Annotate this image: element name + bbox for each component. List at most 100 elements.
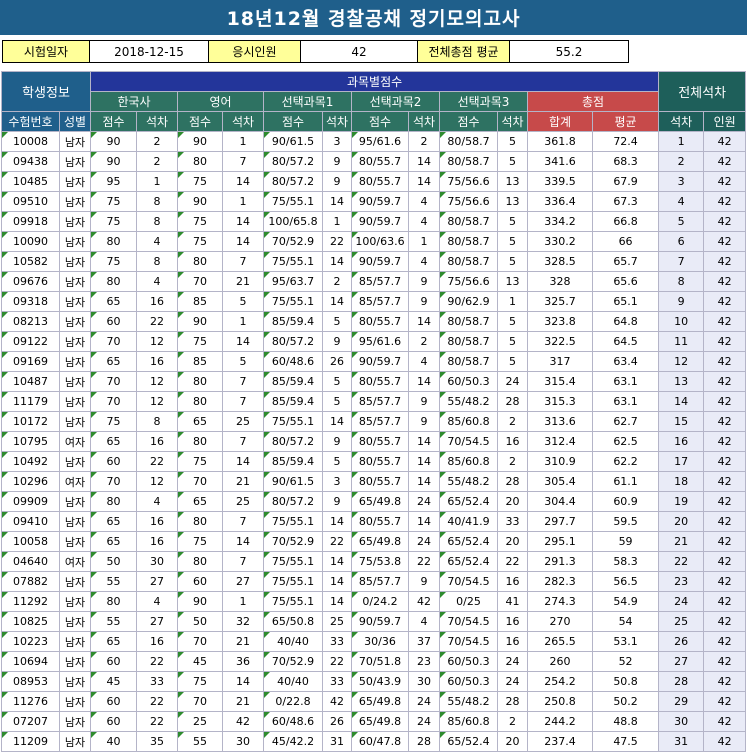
english-score[interactable]: 80 xyxy=(177,151,223,172)
gender-cell[interactable]: 여자 xyxy=(59,431,91,452)
elective3-score[interactable]: 55/48.2 xyxy=(439,471,498,492)
gender-cell[interactable]: 남자 xyxy=(59,191,91,212)
exam-no-cell[interactable]: 09909 xyxy=(1,491,60,512)
elective2-score[interactable]: 95/61.6 xyxy=(351,131,409,152)
elective2-score[interactable]: 85/57.7 xyxy=(351,391,409,412)
korean-history-rank[interactable]: 27 xyxy=(136,571,178,592)
elective2-rank[interactable]: 24 xyxy=(408,691,440,712)
korean-history-rank[interactable]: 1 xyxy=(136,171,178,192)
total-average[interactable]: 62.2 xyxy=(591,451,660,472)
elective1-rank[interactable]: 14 xyxy=(322,191,352,212)
elective1-score[interactable]: 70/52.9 xyxy=(263,231,323,252)
elective3-rank[interactable]: 13 xyxy=(497,271,528,292)
korean-history-score[interactable]: 40 xyxy=(90,731,137,752)
korean-history-rank[interactable]: 4 xyxy=(136,271,178,292)
korean-history-rank[interactable]: 8 xyxy=(136,211,178,232)
total-sum[interactable]: 341.6 xyxy=(527,151,593,172)
total-average[interactable]: 50.2 xyxy=(591,691,660,712)
english-rank[interactable]: 42 xyxy=(222,711,264,732)
elective2-rank[interactable]: 14 xyxy=(408,371,440,392)
elective1-rank[interactable]: 14 xyxy=(322,591,352,612)
elective1-score[interactable]: 60/48.6 xyxy=(263,351,323,372)
elective1-score[interactable]: 80/57.2 xyxy=(263,331,323,352)
elective3-rank[interactable]: 2 xyxy=(497,451,528,472)
elective3-score[interactable]: 80/58.7 xyxy=(439,131,498,152)
english-rank[interactable]: 14 xyxy=(222,231,264,252)
table-row[interactable]: 10487 남자 70 12 80 7 85/59.4 5 80/55.7 14 60/50.3 24… xyxy=(1,371,747,392)
elective3-score[interactable]: 80/58.7 xyxy=(439,251,498,272)
elective3-rank[interactable]: 5 xyxy=(497,151,528,172)
people-count[interactable]: 42 xyxy=(703,411,747,432)
overall-rank[interactable]: 21 xyxy=(658,531,705,552)
elective1-score[interactable]: 75/55.1 xyxy=(263,411,323,432)
english-rank[interactable]: 21 xyxy=(222,471,264,492)
elective1-score[interactable]: 80/57.2 xyxy=(263,151,323,172)
elective1-score[interactable]: 70/52.9 xyxy=(263,531,323,552)
korean-history-score[interactable]: 65 xyxy=(90,351,137,372)
gender-cell[interactable]: 여자 xyxy=(59,471,91,492)
gender-cell[interactable]: 남자 xyxy=(59,251,91,272)
elective2-score[interactable]: 65/49.8 xyxy=(351,531,409,552)
total-sum[interactable]: 330.2 xyxy=(527,231,593,252)
english-score[interactable]: 90 xyxy=(177,591,223,612)
english-score[interactable]: 45 xyxy=(177,651,223,672)
elective2-rank[interactable]: 24 xyxy=(408,531,440,552)
elective3-score[interactable]: 65/52.4 xyxy=(439,551,498,572)
elective3-rank[interactable]: 22 xyxy=(497,551,528,572)
table-row[interactable]: 08953 남자 45 33 75 14 40/40 33 50/43.9 30 60/50.3 24… xyxy=(1,671,747,692)
total-average[interactable]: 63.1 xyxy=(591,371,660,392)
korean-history-rank[interactable]: 16 xyxy=(136,511,178,532)
overall-rank[interactable]: 29 xyxy=(658,691,705,712)
elective2-rank[interactable]: 24 xyxy=(408,491,440,512)
elective2-rank[interactable]: 14 xyxy=(408,451,440,472)
overall-rank[interactable]: 12 xyxy=(658,351,705,372)
elective3-rank[interactable]: 24 xyxy=(497,371,528,392)
korean-history-score[interactable]: 70 xyxy=(90,371,137,392)
english-rank[interactable]: 36 xyxy=(222,651,264,672)
exam-no-cell[interactable]: 10485 xyxy=(1,171,60,192)
elective2-rank[interactable]: 9 xyxy=(408,391,440,412)
korean-history-rank[interactable]: 2 xyxy=(136,131,178,152)
total-sum[interactable]: 328 xyxy=(527,271,593,292)
elective1-score[interactable]: 75/55.1 xyxy=(263,571,323,592)
english-rank[interactable]: 21 xyxy=(222,271,264,292)
korean-history-score[interactable]: 95 xyxy=(90,171,137,192)
exam-no-cell[interactable]: 10296 xyxy=(1,471,60,492)
exam-no-cell[interactable]: 09438 xyxy=(1,151,60,172)
elective1-rank[interactable]: 9 xyxy=(322,151,352,172)
total-average[interactable]: 50.8 xyxy=(591,671,660,692)
total-average[interactable]: 64.8 xyxy=(591,311,660,332)
overall-rank[interactable]: 23 xyxy=(658,571,705,592)
total-average[interactable]: 65.1 xyxy=(591,291,660,312)
elective3-score[interactable]: 65/52.4 xyxy=(439,531,498,552)
elective2-score[interactable]: 95/61.6 xyxy=(351,331,409,352)
elective3-score[interactable]: 85/60.8 xyxy=(439,711,498,732)
gender-cell[interactable]: 남자 xyxy=(59,651,91,672)
exam-no-cell[interactable]: 09318 xyxy=(1,291,60,312)
korean-history-rank[interactable]: 12 xyxy=(136,471,178,492)
elective1-rank[interactable]: 5 xyxy=(322,391,352,412)
elective3-score[interactable]: 80/58.7 xyxy=(439,231,498,252)
people-count[interactable]: 42 xyxy=(703,471,747,492)
elective3-rank[interactable]: 28 xyxy=(497,691,528,712)
elective2-rank[interactable]: 4 xyxy=(408,351,440,372)
english-rank[interactable]: 7 xyxy=(222,431,264,452)
table-row[interactable]: 04640 여자 50 30 80 7 75/55.1 14 75/53.8 22 65/52.4 2… xyxy=(1,551,747,572)
elective3-rank[interactable]: 16 xyxy=(497,631,528,652)
total-average[interactable]: 54.9 xyxy=(591,591,660,612)
elective2-rank[interactable]: 42 xyxy=(408,591,440,612)
overall-rank[interactable]: 28 xyxy=(658,671,705,692)
korean-history-score[interactable]: 60 xyxy=(90,711,137,732)
english-rank[interactable]: 7 xyxy=(222,511,264,532)
english-score[interactable]: 85 xyxy=(177,291,223,312)
elective3-rank[interactable]: 24 xyxy=(497,671,528,692)
elective2-rank[interactable]: 14 xyxy=(408,431,440,452)
table-row[interactable]: 10090 남자 80 4 75 14 70/52.9 22 100/63.6 1 80/58.7 5… xyxy=(1,231,747,252)
elective2-score[interactable]: 80/55.7 xyxy=(351,451,409,472)
elective1-rank[interactable]: 14 xyxy=(322,251,352,272)
elective3-score[interactable]: 55/48.2 xyxy=(439,391,498,412)
english-rank[interactable]: 25 xyxy=(222,411,264,432)
gender-cell[interactable]: 남자 xyxy=(59,611,91,632)
elective1-score[interactable]: 100/65.8 xyxy=(263,211,323,232)
elective1-rank[interactable]: 1 xyxy=(322,211,352,232)
